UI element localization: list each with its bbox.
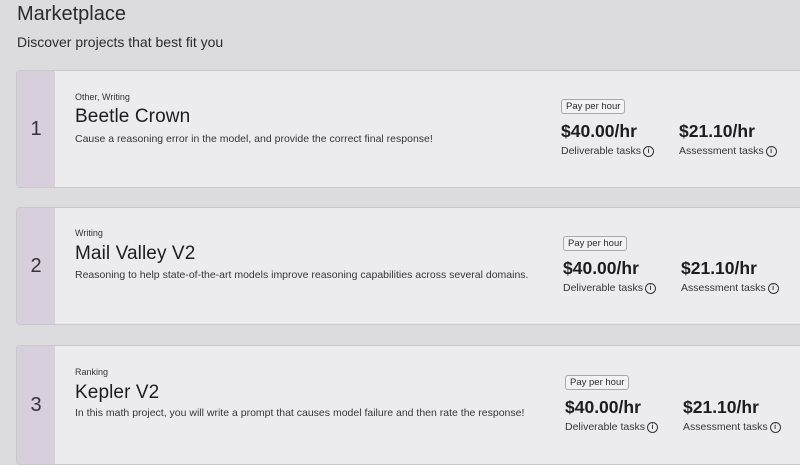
project-rank: 2 (17, 208, 55, 324)
info-icon[interactable]: i (767, 282, 779, 294)
project-categories: Writing (75, 228, 103, 238)
project-categories: Ranking (75, 367, 109, 377)
deliverable-tasks-label: Deliverable tasks i (563, 282, 681, 294)
deliverable-label-text: Deliverable tasks (561, 145, 641, 157)
info-icon[interactable]: i (642, 145, 654, 157)
assessment-rate: $21.10/hr (683, 397, 759, 417)
assessment-rate: $21.10/hr (681, 258, 757, 278)
project-description: Reasoning to help state-of-the-art model… (75, 269, 529, 281)
assessment-tasks-label: Assessment tasks i (679, 145, 777, 157)
deliverable-tasks-label: Deliverable tasks i (565, 421, 683, 433)
info-icon[interactable]: i (644, 282, 656, 294)
assessment-label-text: Assessment tasks (679, 145, 764, 157)
project-rank: 1 (17, 71, 55, 187)
info-icon[interactable]: i (646, 421, 658, 433)
assessment-rate: $21.10/hr (679, 121, 755, 141)
project-card[interactable]: 3 Ranking Kepler V2 In this math project… (16, 345, 800, 465)
deliverable-label-text: Deliverable tasks (565, 421, 645, 433)
assessment-tasks-label: Assessment tasks i (683, 421, 781, 433)
deliverable-tasks-label: Deliverable tasks i (561, 145, 679, 157)
deliverable-rate: $40.00/hr (561, 121, 637, 141)
info-icon[interactable]: i (769, 421, 781, 433)
project-card[interactable]: 1 Other, Writing Beetle Crown Cause a re… (16, 70, 800, 188)
deliverable-rate: $40.00/hr (565, 397, 641, 417)
assessment-tasks-label: Assessment tasks i (681, 282, 779, 294)
page-title: Marketplace (17, 3, 126, 25)
project-categories: Other, Writing (75, 92, 130, 102)
deliverable-rate: $40.00/hr (563, 258, 639, 278)
project-card[interactable]: 2 Writing Mail Valley V2 Reasoning to he… (16, 207, 800, 325)
project-description: In this math project, you will write a p… (75, 407, 525, 419)
project-name[interactable]: Kepler V2 (75, 382, 535, 404)
page-subtitle: Discover projects that best fit you (17, 34, 224, 50)
pay-type-badge: Pay per hour (565, 375, 630, 390)
assessment-label-text: Assessment tasks (681, 282, 766, 294)
project-rank: 3 (17, 346, 55, 464)
project-name[interactable]: Mail Valley V2 (75, 243, 535, 265)
project-description: Cause a reasoning error in the model, an… (75, 133, 433, 145)
project-name[interactable]: Beetle Crown (75, 106, 535, 128)
pay-type-badge: Pay per hour (561, 99, 626, 114)
deliverable-label-text: Deliverable tasks (563, 282, 643, 294)
info-icon[interactable]: i (765, 145, 777, 157)
pay-type-badge: Pay per hour (563, 236, 628, 251)
assessment-label-text: Assessment tasks (683, 421, 768, 433)
